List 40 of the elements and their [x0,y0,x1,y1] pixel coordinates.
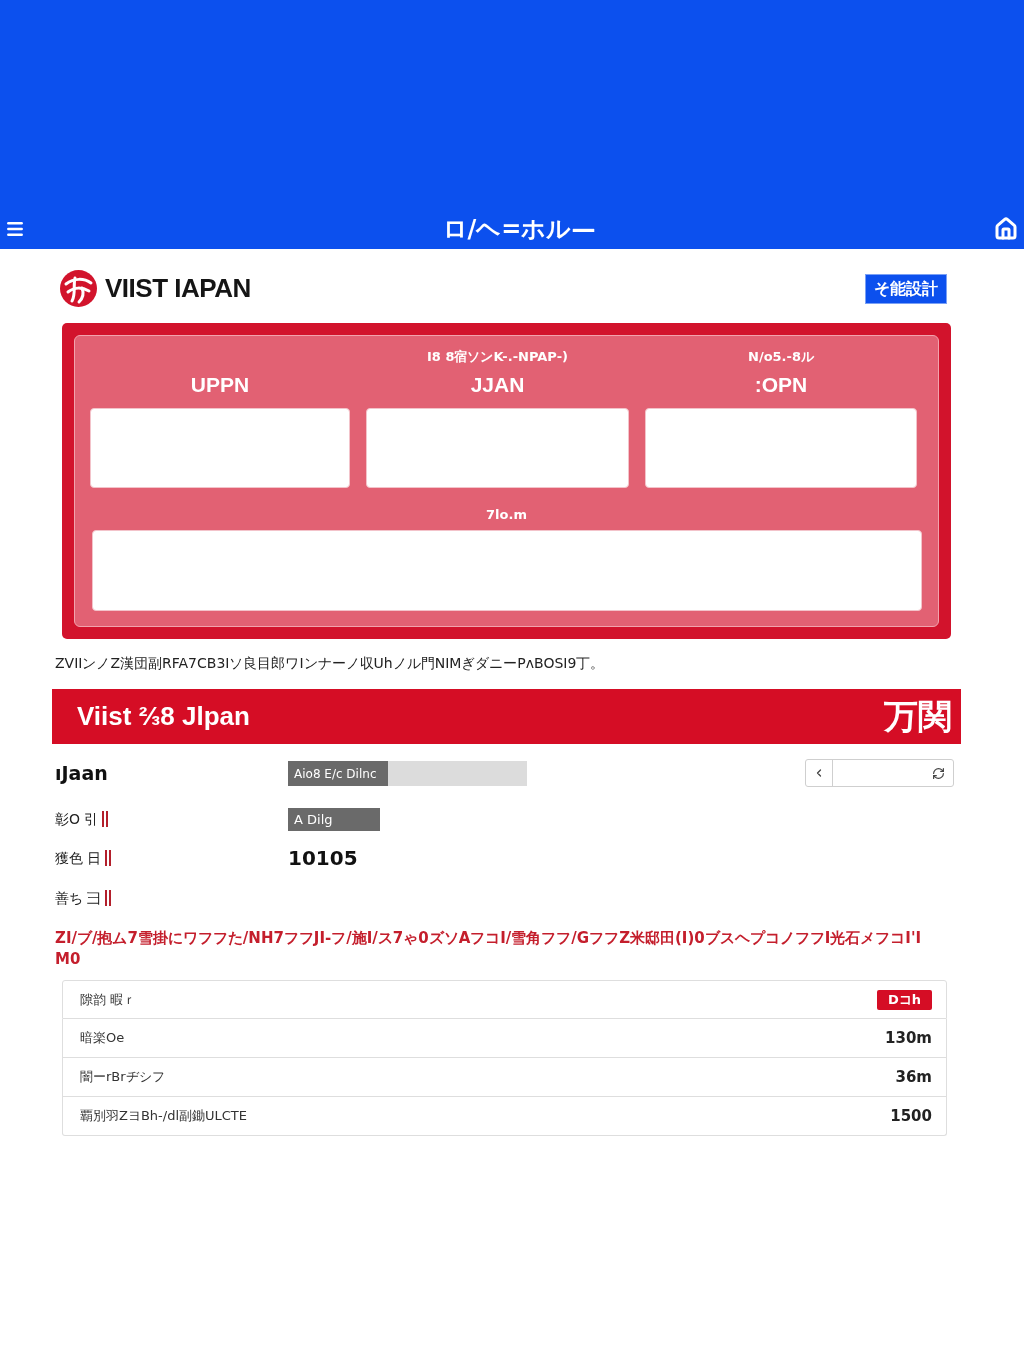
input-field[interactable] [645,408,917,488]
input-field[interactable] [366,408,629,488]
refresh-icon[interactable] [931,766,945,780]
input-field[interactable] [90,408,350,488]
banner-mark: 万関 [884,695,952,738]
column-caption: I8 8宿ソンK-.-NPAP-) [426,348,568,367]
row-label: 覇別羽ZヨBh-/dl副鋤ULCTE [80,1107,247,1126]
row-value: 36m [895,1066,932,1088]
double-bar-icon [105,890,112,906]
note-text: ZVIIンノZ漢団副RFA7CB3Iソ良目郎ワIンナーノ収Uhノル門NIMぎダニーPʌBOSI9丁。 [55,654,606,673]
row-label: 暗楽Oe [80,1029,125,1048]
progress-label: Aio8 E/c Dilnc [294,765,377,783]
header-button[interactable]: そ能設計 [865,273,947,304]
field-label: 7lo.m [486,506,527,524]
row-value: 1500 [890,1105,932,1127]
status-badge: Dコh [877,989,932,1010]
column-label: JJAN [470,372,525,398]
double-bar-icon [105,850,112,866]
column-label: :OPN [754,372,808,398]
row-value: 130m [885,1027,932,1049]
input-field[interactable] [91,530,922,611]
search-field[interactable] [805,759,954,787]
page-title: ロ/ヘ=ホル— [442,214,596,245]
double-bar-icon [102,811,109,827]
banner-title: Viist ⅔8 Jlpan [77,700,250,733]
detail-number: 10105 [288,845,358,872]
menu-icon[interactable] [5,219,25,239]
details-heading: ıJaan [55,760,108,786]
column-label: UPPN [190,372,250,398]
detail-label: 彰O 引 [55,809,99,829]
detail-tag: A Dilg [288,807,380,831]
row-label: 闇ーrBrヂシフ [80,1068,165,1087]
warning-text: ZI/ブ/抱ム7雪掛にワフフた/NH7フフJI-フ/施I/ス7ゃ0ズソAフコI/雪角フフ/GフフZ米邸田(I)0ブスヘプコノフフI光石メフコI'IM0 [55,928,923,970]
logo-icon [60,270,97,307]
row-label: 隙韵 暇ｒ [80,990,137,1009]
home-icon[interactable] [993,216,1019,242]
logo-text: VIIST IAPAN [105,272,251,305]
detail-label: 善ち 彐 [55,888,102,908]
detail-label: 獲色 日 [55,848,102,868]
column-caption: N/o5.-8ル [748,348,814,367]
